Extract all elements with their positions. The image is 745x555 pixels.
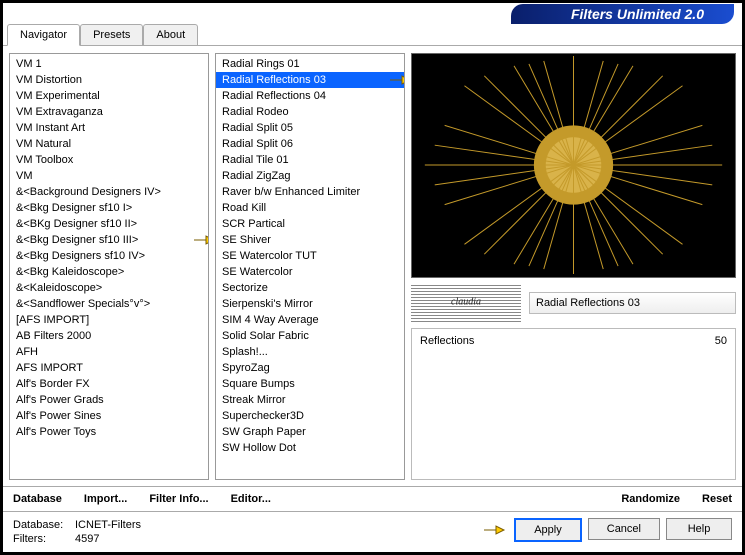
list-item[interactable]: SW Graph Paper	[216, 424, 404, 440]
author-logo	[411, 284, 521, 322]
category-list: VM 1VM DistortionVM ExperimentalVM Extra…	[9, 53, 209, 480]
list-item[interactable]: Streak Mirror	[216, 392, 404, 408]
list-item[interactable]: AFH	[10, 344, 208, 360]
tab-presets[interactable]: Presets	[80, 24, 143, 45]
help-button[interactable]: Help	[666, 518, 732, 540]
filter-list-content[interactable]: Radial Rings 01Radial Reflections 03Radi…	[216, 54, 404, 479]
list-item[interactable]: SE Watercolor TUT	[216, 248, 404, 264]
list-item[interactable]: Superchecker3D	[216, 408, 404, 424]
right-panel: Radial Reflections 03 Reflections50	[411, 53, 736, 480]
tabs: Navigator Presets About	[3, 24, 742, 46]
db-value: ICNET-Filters	[75, 518, 141, 532]
list-item[interactable]: Sierpenski's Mirror	[216, 296, 404, 312]
filter-info-row: Radial Reflections 03	[411, 284, 736, 322]
parameter-panel: Reflections50	[411, 328, 736, 480]
list-item[interactable]: Alf's Power Sines	[10, 408, 208, 424]
list-item[interactable]: VM	[10, 168, 208, 184]
list-item[interactable]: Road Kill	[216, 200, 404, 216]
db-label: Database:	[13, 518, 71, 532]
title-bar: Filters Unlimited 2.0	[3, 3, 742, 25]
status-bar: Database: ICNET-Filters Filters: 4597 Appl…	[3, 511, 742, 552]
list-item[interactable]: Radial Tile 01	[216, 152, 404, 168]
list-item[interactable]: VM Distortion	[10, 72, 208, 88]
list-item[interactable]: SpyroZag	[216, 360, 404, 376]
param-label: Reflections	[420, 335, 687, 347]
list-item[interactable]: Solid Solar Fabric	[216, 328, 404, 344]
list-item[interactable]: VM Natural	[10, 136, 208, 152]
list-item[interactable]: Square Bumps	[216, 376, 404, 392]
status-text: Database: ICNET-Filters Filters: 4597	[13, 518, 508, 546]
list-item[interactable]: SE Shiver	[216, 232, 404, 248]
pointer-hand-icon	[388, 71, 404, 89]
list-item[interactable]: Raver b/w Enhanced Limiter	[216, 184, 404, 200]
list-item[interactable]: Radial ZigZag	[216, 168, 404, 184]
list-item[interactable]: Alf's Power Grads	[10, 392, 208, 408]
list-item[interactable]: &<Bkg Kaleidoscope>	[10, 264, 208, 280]
list-item[interactable]: Radial Rodeo	[216, 104, 404, 120]
list-item[interactable]: Splash!...	[216, 344, 404, 360]
import-button[interactable]: Import...	[84, 493, 127, 505]
list-item[interactable]: &<Kaleidoscope>	[10, 280, 208, 296]
list-item[interactable]: Alf's Power Toys	[10, 424, 208, 440]
list-item[interactable]: Radial Rings 01	[216, 56, 404, 72]
randomize-button[interactable]: Randomize	[621, 493, 680, 505]
main-area: VM 1VM DistortionVM ExperimentalVM Extra…	[3, 47, 742, 486]
list-item[interactable]: [AFS IMPORT]	[10, 312, 208, 328]
list-item[interactable]: Radial Split 05	[216, 120, 404, 136]
list-item[interactable]: VM Instant Art	[10, 120, 208, 136]
param-row: Reflections50	[420, 335, 727, 347]
list-item[interactable]: Radial Reflections 04	[216, 88, 404, 104]
list-item[interactable]: VM Experimental	[10, 88, 208, 104]
list-item[interactable]: AFS IMPORT	[10, 360, 208, 376]
list-item[interactable]: &<Sandflower Specials°v°>	[10, 296, 208, 312]
filters-count-value: 4597	[75, 532, 99, 546]
brand-logo: Filters Unlimited 2.0	[511, 4, 734, 24]
list-item[interactable]: VM 1	[10, 56, 208, 72]
list-item[interactable]: &<Background Designers IV>	[10, 184, 208, 200]
list-item[interactable]: VM Extravaganza	[10, 104, 208, 120]
category-list-content[interactable]: VM 1VM DistortionVM ExperimentalVM Extra…	[10, 54, 208, 479]
cancel-button[interactable]: Cancel	[588, 518, 660, 540]
filter-info-button[interactable]: Filter Info...	[149, 493, 208, 505]
list-item[interactable]: Radial Reflections 03	[216, 72, 404, 88]
reset-button[interactable]: Reset	[702, 493, 732, 505]
tab-navigator[interactable]: Navigator	[7, 24, 80, 46]
list-item[interactable]: VM Toolbox	[10, 152, 208, 168]
list-item[interactable]: Sectorize	[216, 280, 404, 296]
list-item[interactable]: SE Watercolor	[216, 264, 404, 280]
preview-image	[411, 53, 736, 278]
list-item[interactable]: SCR Partical	[216, 216, 404, 232]
list-item[interactable]: AB Filters 2000	[10, 328, 208, 344]
filters-count-label: Filters:	[13, 532, 71, 546]
toolbar-buttons: Database Import... Filter Info... Editor…	[3, 486, 742, 511]
list-item[interactable]: SIM 4 Way Average	[216, 312, 404, 328]
apply-button[interactable]: Apply	[514, 518, 582, 542]
list-item[interactable]: Alf's Border FX	[10, 376, 208, 392]
list-item[interactable]: &<Bkg Designer sf10 I>	[10, 200, 208, 216]
list-item[interactable]: &<BKg Designer sf10 II>	[10, 216, 208, 232]
list-item[interactable]: Radial Split 06	[216, 136, 404, 152]
list-item[interactable]: SW Hollow Dot	[216, 440, 404, 456]
pointer-hand-icon	[192, 231, 208, 249]
editor-button[interactable]: Editor...	[231, 493, 271, 505]
param-value: 50	[687, 335, 727, 347]
list-item[interactable]: &<Bkg Designers sf10 IV>	[10, 248, 208, 264]
tab-about[interactable]: About	[143, 24, 198, 45]
filter-list: Radial Rings 01Radial Reflections 03Radi…	[215, 53, 405, 480]
database-button[interactable]: Database	[13, 493, 62, 505]
selected-filter-name: Radial Reflections 03	[529, 292, 736, 314]
list-item[interactable]: &<Bkg Designer sf10 III>	[10, 232, 208, 248]
